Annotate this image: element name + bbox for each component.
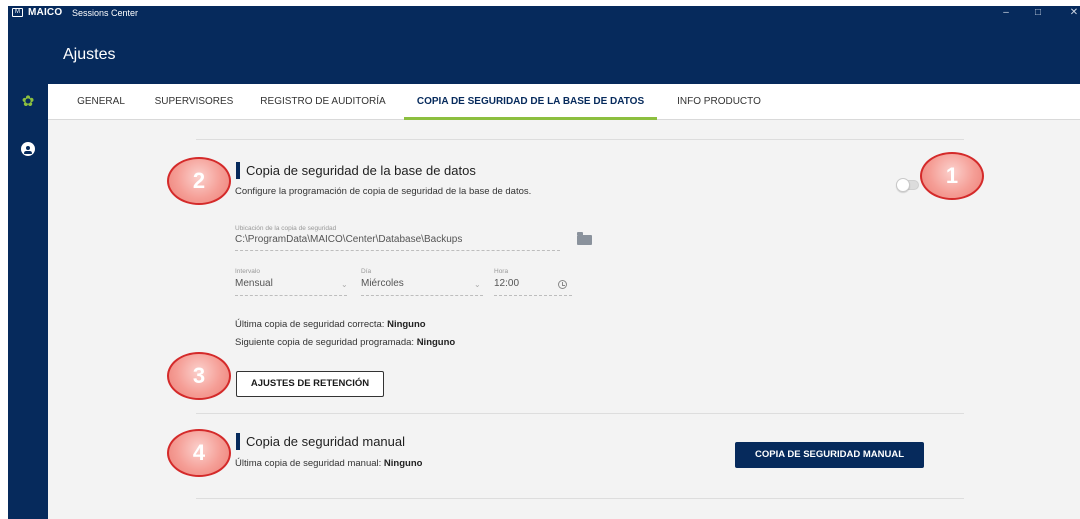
last-backup-status: Última copia de seguridad correcta: Ning… [235,319,426,330]
app-name: Sessions Center [72,8,139,18]
location-field[interactable]: C:\ProgramData\MAICO\Center\Database\Bac… [235,234,462,245]
section-divider [196,413,964,414]
interval-label: Intervalo [235,268,260,275]
field-underline [235,295,347,296]
manual-backup-button[interactable]: COPIA DE SEGURIDAD MANUAL [735,442,924,468]
section-title-manual: Copia de seguridad manual [246,434,405,449]
clock-icon[interactable] [558,280,567,289]
section-accent-bar [236,162,240,179]
section-accent-bar [236,433,240,450]
section-divider [196,139,964,140]
callout-3: 3 [167,352,231,400]
maximize-button[interactable]: □ [1030,6,1046,20]
chevron-down-icon: ⌄ [474,280,481,289]
section-title-backup: Copia de seguridad de la base de datos [246,163,476,178]
location-label: Ubicación de la copia de seguridad [235,225,337,232]
settings-content: Copia de seguridad de la base de datos C… [48,120,1080,519]
section-divider [196,498,964,499]
retention-settings-button[interactable]: AJUSTES DE RETENCIÓN [236,371,384,397]
sidebar: ✿ [8,84,48,519]
tab-supervisores[interactable]: SUPERVISORES [154,84,234,120]
callout-2: 2 [167,157,231,205]
day-label: Día [361,268,372,275]
page-header: Ajustes [8,20,1080,84]
title-bar: M MAICO Sessions Center – □ ✕ [8,6,1080,20]
last-manual-backup-status: Última copia de seguridad manual: Ningun… [235,458,423,469]
user-icon[interactable] [19,140,37,158]
field-underline [235,250,560,251]
tab-info-producto[interactable]: INFO PRODUCTO [676,84,762,120]
time-label: Hora [494,268,509,275]
next-backup-status: Siguiente copia de seguridad programada:… [235,337,456,348]
brand-name: MAICO [28,7,63,18]
close-button[interactable]: ✕ [1066,6,1080,20]
app-window: M MAICO Sessions Center – □ ✕ Ajustes ✿ … [8,6,1080,519]
chevron-down-icon: ⌄ [341,280,348,289]
callout-1: 1 [920,152,984,200]
tab-registro-auditoria[interactable]: REGISTRO DE AUDITORÍA [260,84,386,120]
time-field[interactable]: 12:00 [494,278,519,289]
tab-bar: GENERAL SUPERVISORES REGISTRO DE AUDITOR… [48,84,1080,120]
gear-icon[interactable]: ✿ [19,93,37,111]
section-description: Configure la programación de copia de se… [235,186,532,197]
field-underline [361,295,483,296]
field-underline [494,295,572,296]
backup-toggle[interactable] [896,178,919,192]
minimize-button[interactable]: – [998,6,1014,20]
day-select[interactable]: Miércoles [361,278,404,289]
page-title: Ajustes [63,46,116,63]
maico-logo-icon: M [12,8,23,17]
folder-icon[interactable] [577,232,592,245]
tab-copia-seguridad[interactable]: COPIA DE SEGURIDAD DE LA BASE DE DATOS [404,84,657,120]
interval-select[interactable]: Mensual [235,278,273,289]
tab-general[interactable]: GENERAL [74,84,128,120]
callout-4: 4 [167,429,231,477]
toggle-knob [896,178,910,192]
